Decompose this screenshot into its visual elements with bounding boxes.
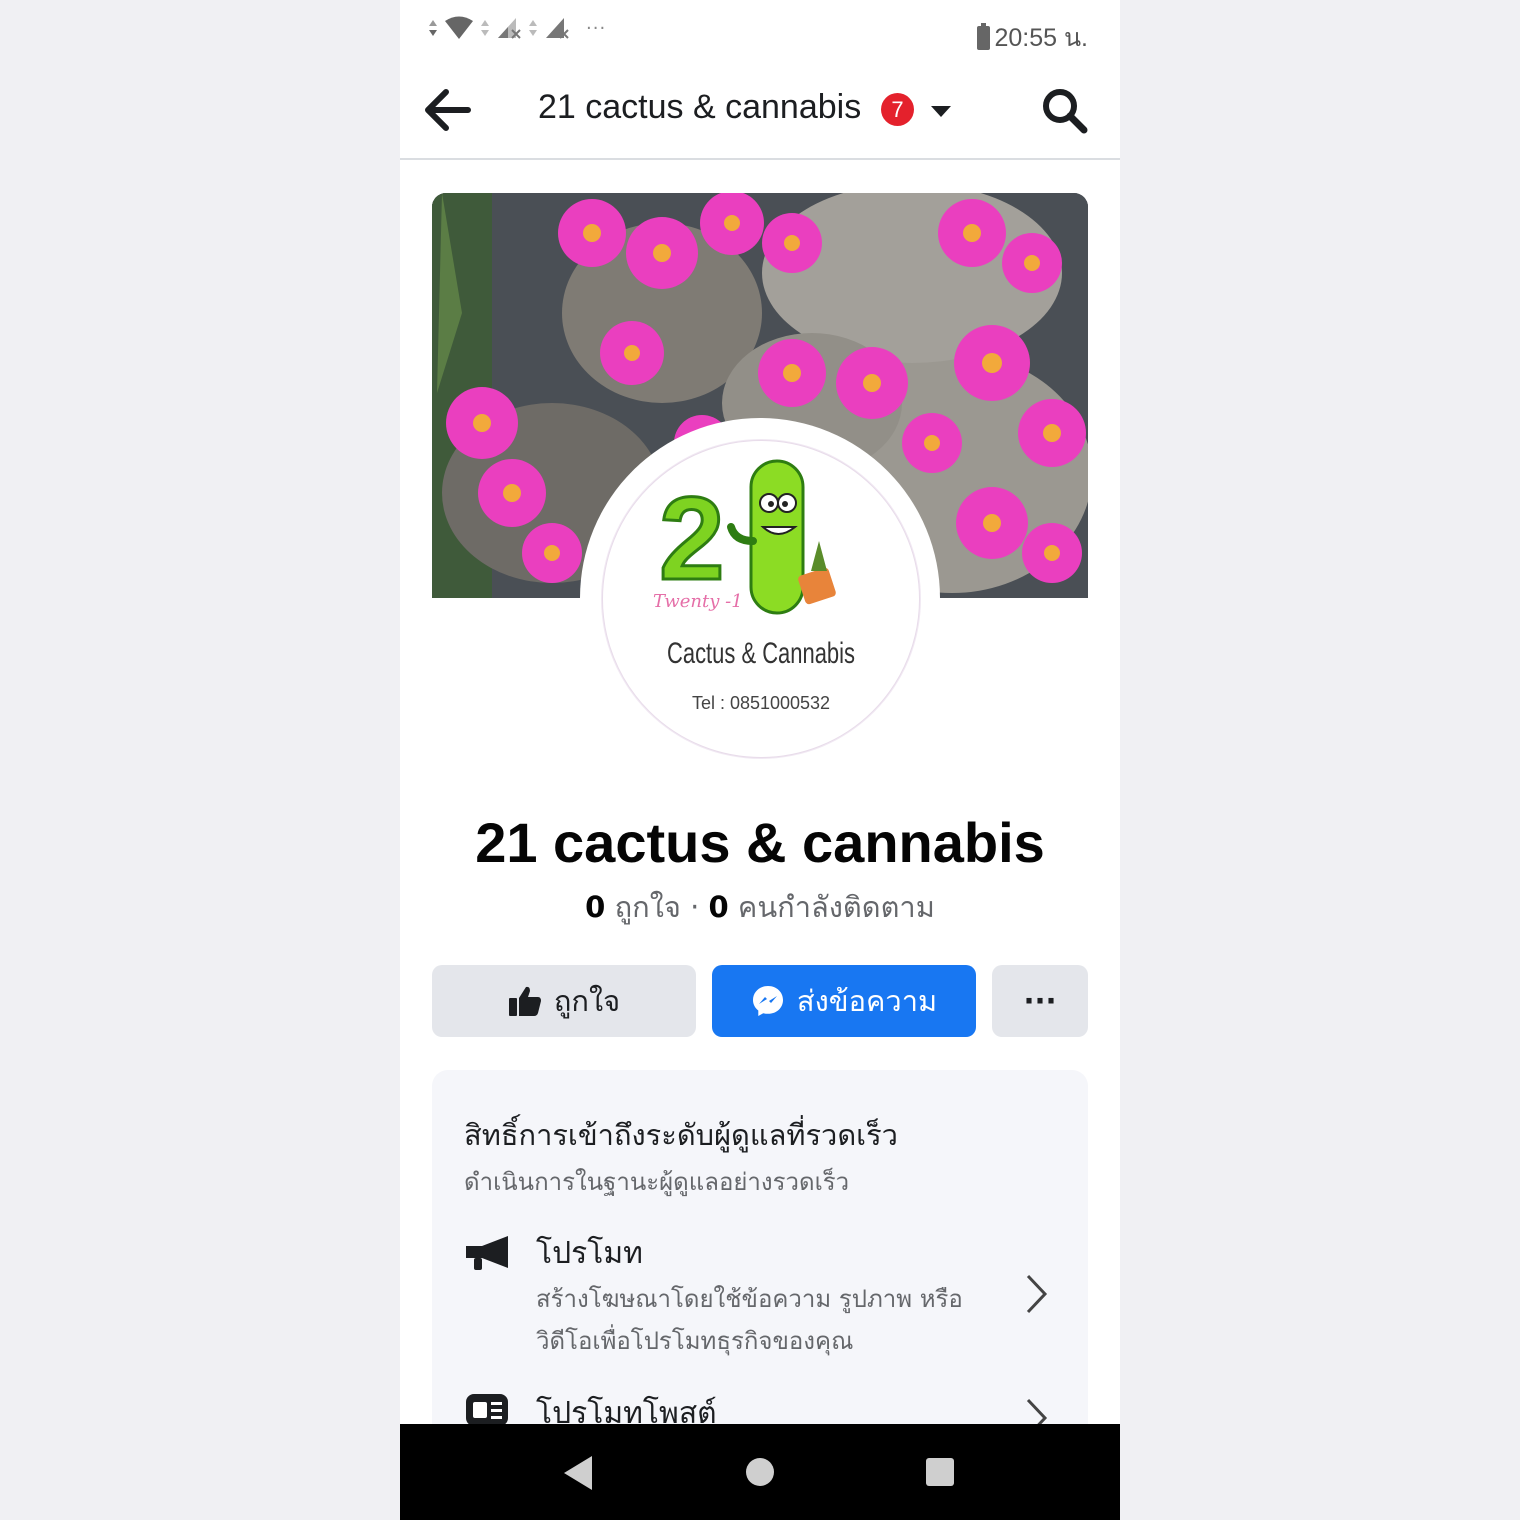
logo-number: 2: [659, 473, 725, 605]
card-title: สิทธิ์การเข้าถึงระดับผู้ดูแลที่รวดเร็ว: [464, 1118, 898, 1152]
nav-home-icon[interactable]: [746, 1458, 774, 1486]
messenger-icon: [751, 984, 785, 1018]
followers-count: 0: [708, 890, 729, 924]
data-arrows-icon: [429, 20, 437, 36]
status-bar: ··· 20:55 น.: [400, 0, 1120, 64]
status-overflow: ···: [586, 17, 607, 39]
like-label: ถูกใจ: [553, 984, 621, 1018]
header-title[interactable]: 21 cactus & cannabis: [538, 88, 861, 127]
search-icon[interactable]: [1040, 86, 1090, 136]
promote-title: โปรโมท: [536, 1236, 643, 1271]
more-icon: ···: [1023, 984, 1057, 1018]
logo-script: Twenty -1: [653, 591, 743, 612]
logo-name: Cactus & Cannabis: [667, 637, 855, 670]
system-navigation-bar: [400, 1424, 1120, 1520]
nav-recents-icon[interactable]: [926, 1458, 954, 1486]
chevron-down-icon[interactable]: [931, 106, 951, 117]
back-arrow-icon[interactable]: [422, 86, 474, 134]
status-icons: ···: [428, 16, 606, 40]
thumbs-up-icon: [508, 985, 542, 1017]
chevron-right-icon: [1026, 1274, 1048, 1314]
wifi-icon: [445, 16, 473, 39]
status-right: 20:55 น.: [977, 18, 1088, 58]
promote-description: สร้างโฆษณาโดยใช้ข้อความ รูปภาพ หรือวิดีโ…: [536, 1285, 963, 1355]
data-arrows-icon: [529, 20, 537, 36]
page-name: 21 cactus & cannabis: [475, 811, 1045, 874]
phone-screen: ··· 20:55 น. 21 cactus & cannabis 7 2 Tw…: [400, 0, 1120, 1520]
followers-label: คนกำลังติดตาม: [728, 890, 935, 924]
notification-badge: 7: [881, 93, 914, 126]
megaphone-icon: [466, 1236, 508, 1270]
logo-image: 2 Twenty -1 Cactus & Cannabis Tel : 0851…: [653, 459, 855, 713]
battery-icon: [977, 23, 991, 50]
admin-quick-access-card: สิทธิ์การเข้าถึงระดับผู้ดูแลที่รวดเร็ว ด…: [432, 1070, 1088, 1470]
likes-count: 0: [585, 890, 606, 924]
signal-x-icon: [546, 18, 569, 39]
page-stats: 0 ถูกใจ · 0 คนกำลังติดตาม: [400, 884, 1120, 930]
data-arrows-icon: [481, 20, 489, 36]
more-options-button[interactable]: ···: [992, 965, 1088, 1037]
status-time: 20:55 น.: [994, 24, 1088, 52]
send-message-button[interactable]: ส่งข้อความ: [712, 965, 976, 1037]
likes-label: ถูกใจ ·: [605, 890, 709, 924]
signal-x-icon: [498, 18, 521, 39]
profile-picture[interactable]: 2 Twenty -1 Cactus & Cannabis Tel : 0851…: [602, 440, 920, 758]
logo-tel: Tel : 0851000532: [692, 693, 830, 713]
card-subtitle: ดำเนินการในฐานะผู้ดูแลอย่างรวดเร็ว: [464, 1168, 850, 1196]
app-header: 21 cactus & cannabis 7: [400, 64, 1120, 160]
like-button[interactable]: ถูกใจ: [432, 965, 696, 1037]
nav-back-icon[interactable]: [564, 1456, 592, 1490]
send-message-label: ส่งข้อความ: [796, 984, 938, 1018]
